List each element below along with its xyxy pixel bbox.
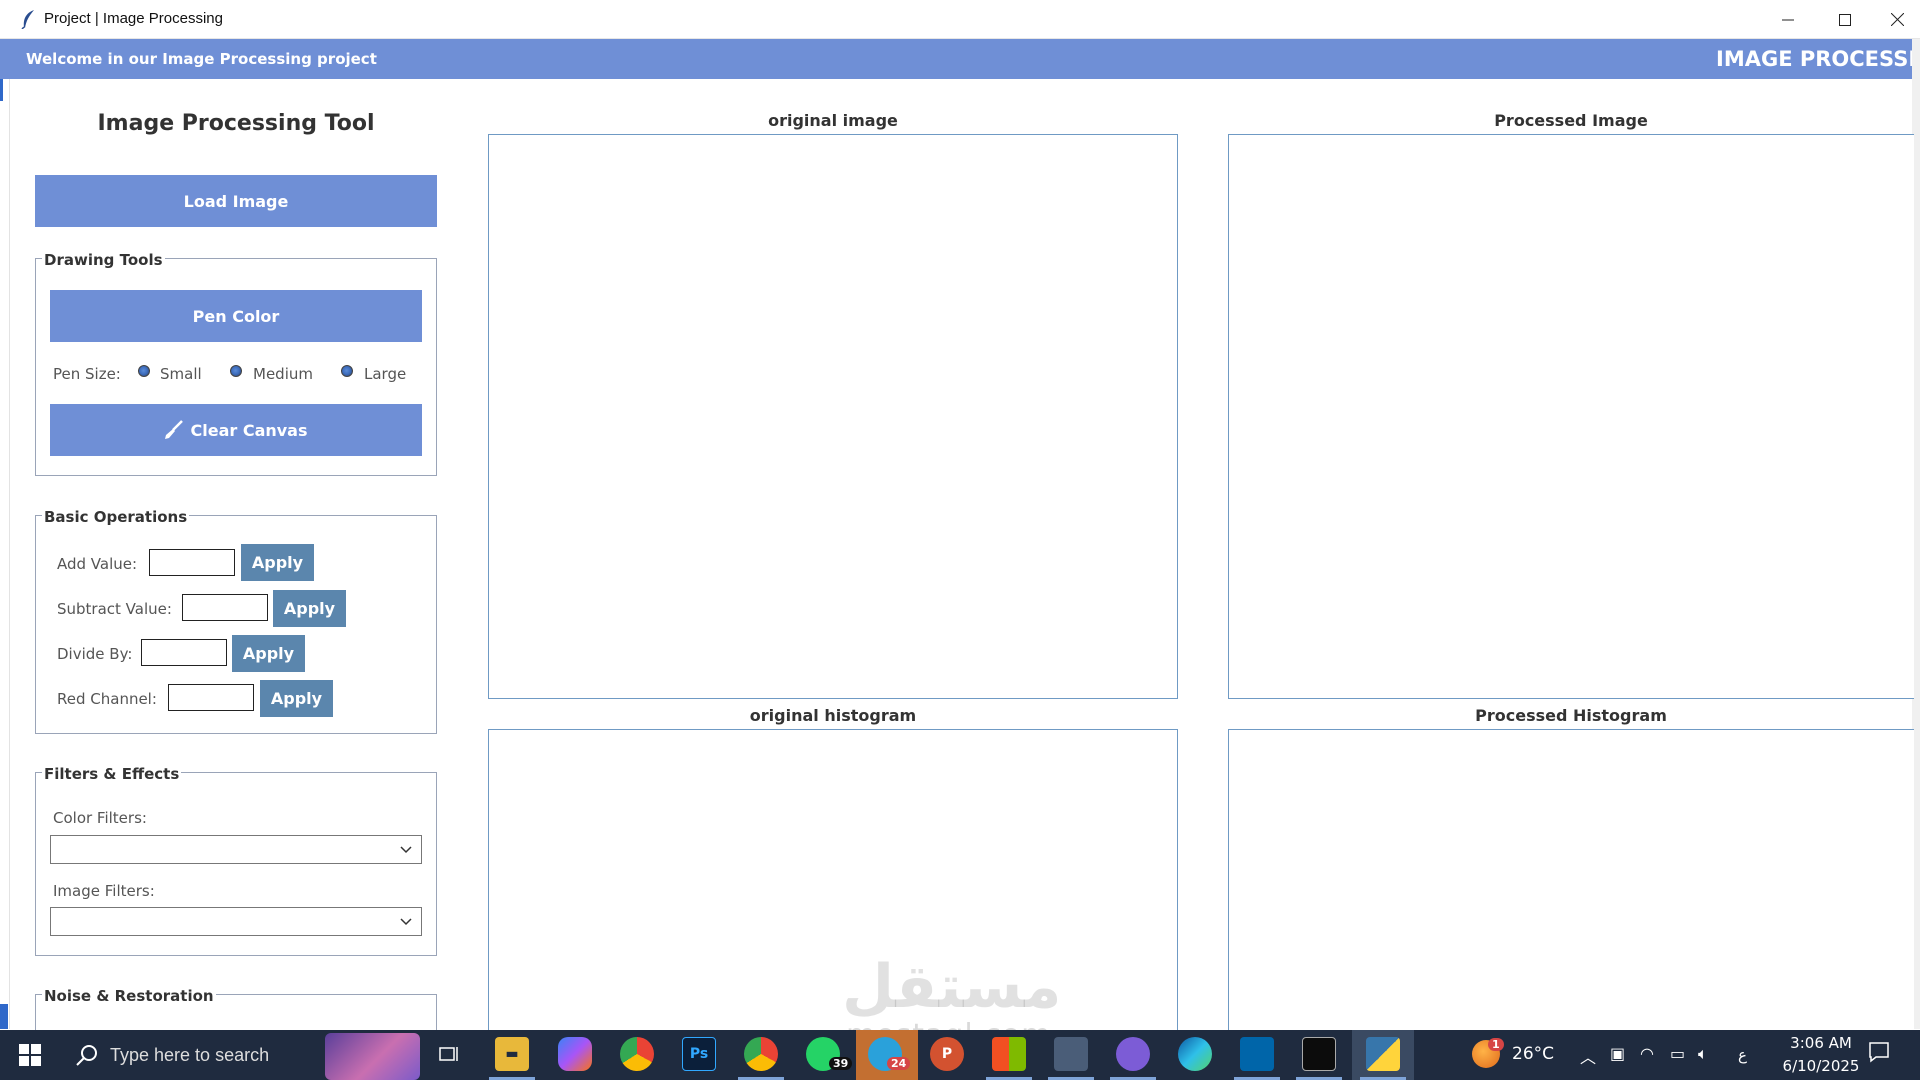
broom-icon — [165, 420, 184, 439]
processed-image-canvas[interactable] — [1228, 134, 1914, 699]
red-channel-input[interactable] — [168, 684, 254, 711]
file-explorer-icon[interactable]: ▬ — [495, 1037, 529, 1071]
weather-badge: 1 — [1488, 1038, 1504, 1051]
original-histogram-canvas — [488, 729, 1178, 1034]
tool-title: Image Processing Tool — [97, 111, 375, 136]
maximize-button[interactable] — [1822, 0, 1868, 39]
meet-icon[interactable]: ▣ — [1610, 1044, 1625, 1063]
temperature[interactable]: 26°C — [1512, 1044, 1554, 1064]
copilot-icon[interactable] — [558, 1037, 592, 1071]
pen-size-large-radio[interactable] — [341, 365, 353, 377]
language-indicator[interactable]: ع — [1738, 1046, 1747, 1064]
red-channel-label: Red Channel: — [57, 690, 157, 708]
feather-icon — [21, 10, 34, 29]
photoshop-icon[interactable]: Ps — [682, 1037, 716, 1071]
pen-color-button[interactable]: Pen Color — [50, 290, 422, 342]
app-purple-icon[interactable] — [1116, 1037, 1150, 1071]
pen-size-medium-radio[interactable] — [230, 365, 242, 377]
welcome-text: Welcome in our Image Processing project — [26, 50, 377, 68]
color-filters-label: Color Filters: — [53, 809, 147, 827]
divide-by-input[interactable] — [141, 639, 227, 666]
clock-date[interactable]: 6/10/2025 — [1776, 1057, 1866, 1075]
pen-size-small-radio[interactable] — [138, 365, 150, 377]
image-filters-select[interactable] — [50, 907, 422, 936]
python-icon[interactable] — [1366, 1037, 1400, 1071]
original-image-title: original image — [768, 111, 898, 130]
watermark-arabic: مستقل — [842, 952, 1062, 1022]
minimize-icon — [1782, 19, 1794, 20]
add-value-input[interactable] — [149, 549, 235, 576]
whatsapp-badge: 39 — [829, 1057, 853, 1070]
search-icon — [76, 1045, 97, 1066]
search-highlight-image — [325, 1033, 420, 1080]
maximize-icon — [1839, 13, 1851, 26]
edge-icon[interactable] — [1178, 1037, 1212, 1071]
divide-by-apply-button[interactable]: Apply — [232, 635, 305, 672]
search-placeholder: Type here to search — [110, 1044, 270, 1065]
processed-histogram-title: Processed Histogram — [1475, 706, 1667, 725]
red-channel-apply-button[interactable]: Apply — [260, 680, 333, 717]
filters-effects-legend: Filters & Effects — [42, 765, 182, 783]
close-icon — [1890, 13, 1904, 26]
subtract-value-apply-button[interactable]: Apply — [273, 590, 346, 627]
marquee-text: IMAGE PROCESSI — [1716, 47, 1914, 71]
windows-icon — [19, 1044, 41, 1066]
divide-by-label: Divide By: — [57, 645, 133, 663]
pen-size-small-label: Small — [160, 365, 202, 383]
welcome-banner: Welcome in our Image Processing project … — [0, 39, 1914, 79]
subtract-value-label: Subtract Value: — [57, 600, 172, 618]
pen-size-large-label: Large — [364, 365, 407, 383]
microsoft-store-icon[interactable] — [992, 1037, 1026, 1071]
clear-canvas-label: Clear Canvas — [190, 420, 308, 440]
add-value-label: Add Value: — [57, 555, 138, 573]
task-view-glyph — [439, 1047, 458, 1061]
chevron-down-icon — [400, 918, 412, 926]
left-edge-mark — [0, 79, 3, 101]
basic-operations-legend: Basic Operations — [42, 508, 190, 526]
original-image-canvas[interactable] — [488, 134, 1178, 699]
window-title: Project | Image Processing — [44, 10, 223, 27]
chrome-icon[interactable] — [620, 1037, 654, 1071]
powerpoint-glyph: P — [941, 1046, 953, 1062]
file-explorer-glyph: ▬ — [505, 1046, 519, 1062]
minimize-button[interactable] — [1765, 0, 1811, 39]
photoshop-glyph: Ps — [689, 1046, 709, 1062]
chevron-up-icon[interactable]: ︿ — [1580, 1044, 1596, 1068]
left-edge-mark — [0, 1004, 8, 1029]
processed-histogram-canvas — [1228, 729, 1914, 1034]
telegram-badge: 24 — [887, 1057, 911, 1070]
task-view-icon[interactable] — [433, 1037, 467, 1071]
noise-restoration-legend: Noise & Restoration — [42, 987, 216, 1005]
clear-canvas-button[interactable]: Clear Canvas — [50, 404, 422, 456]
terminal-icon[interactable] — [1302, 1037, 1336, 1071]
chevron-down-icon — [400, 846, 412, 854]
add-value-apply-button[interactable]: Apply — [241, 544, 314, 581]
vscode-icon[interactable] — [1240, 1037, 1274, 1071]
volume-icon[interactable]: 🔈︎ — [1698, 1044, 1708, 1064]
image-filters-label: Image Filters: — [53, 882, 155, 900]
left-edge — [0, 79, 10, 1029]
start-button[interactable] — [0, 1030, 60, 1080]
pen-size-label: Pen Size: — [53, 365, 121, 383]
notification-center-button[interactable] — [1868, 1041, 1892, 1065]
load-image-button[interactable]: Load Image — [35, 175, 437, 227]
color-filters-select[interactable] — [50, 835, 422, 864]
original-histogram-title: original histogram — [749, 706, 917, 725]
processed-image-title: Processed Image — [1494, 111, 1648, 130]
powerpoint-icon[interactable]: P — [930, 1037, 964, 1071]
taskbar-search[interactable]: Type here to search — [60, 1030, 320, 1080]
calculator-icon[interactable] — [1054, 1037, 1088, 1071]
drawing-tools-legend: Drawing Tools — [42, 251, 165, 269]
battery-icon[interactable]: ▭ — [1670, 1044, 1685, 1063]
subtract-value-input[interactable] — [182, 594, 268, 621]
chrome-profile-icon[interactable] — [744, 1037, 778, 1071]
wifi-icon[interactable]: ◠ — [1640, 1044, 1654, 1063]
pen-size-medium-label: Medium — [253, 365, 313, 383]
notification-icon — [1869, 1042, 1889, 1063]
clock-time[interactable]: 3:06 AM — [1776, 1034, 1866, 1052]
window-titlebar: Project | Image Processing — [0, 0, 1920, 39]
close-button[interactable] — [1874, 0, 1920, 39]
